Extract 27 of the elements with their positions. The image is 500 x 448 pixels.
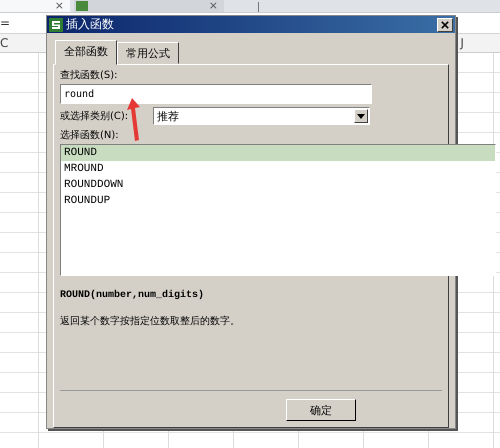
ok-button[interactable]: 确定 — [286, 399, 356, 421]
function-description: 返回某个数字按指定位数取整后的数字。 — [60, 314, 241, 328]
column-header: C — [0, 35, 8, 52]
list-item[interactable]: ROUNDDOWN — [61, 177, 495, 193]
window-title: 插入函数 — [66, 16, 114, 33]
list-item[interactable]: MROUND — [61, 161, 495, 177]
tab[interactable]: 常用公式 — [117, 42, 179, 64]
list-item[interactable]: ROUND — [61, 145, 495, 161]
close-tab-button[interactable]: × — [208, 1, 218, 11]
formula-text: = — [0, 16, 10, 30]
function-list-label: 选择函数(N): — [60, 128, 120, 142]
app-logo-icon — [49, 18, 63, 32]
function-signature: ROUND(number,num_digits) — [60, 290, 206, 301]
search-field[interactable]: round — [60, 84, 372, 104]
document-tab[interactable]: × — [0, 0, 70, 12]
category-dropdown[interactable]: 推荐 — [153, 107, 370, 125]
search-label: 查找函数(S): — [60, 68, 119, 82]
annotation-arrow — [127, 98, 140, 141]
tab[interactable]: 全部函数 — [55, 40, 117, 65]
list-item[interactable]: ROUNDUP — [61, 193, 495, 209]
close-icon — [441, 20, 449, 28]
close-button[interactable] — [437, 18, 453, 32]
spreadsheet-icon — [76, 1, 88, 11]
close-tab-button[interactable]: × — [54, 1, 64, 11]
column-header: J — [460, 35, 464, 52]
category-label: 或选择类别(C): — [60, 110, 130, 123]
document-tab[interactable]: × — [74, 0, 224, 12]
